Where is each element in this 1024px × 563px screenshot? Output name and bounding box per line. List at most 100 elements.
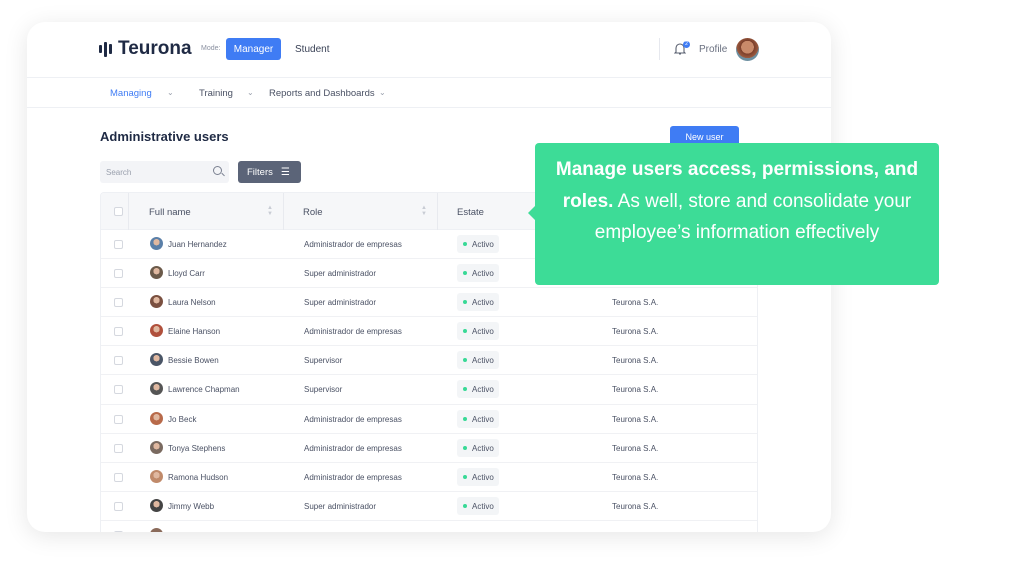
user-name[interactable]: Ramona Hudson [168,473,228,482]
table-row[interactable]: Jimmy Webb Super administrador Activo Te… [101,492,757,521]
user-avatar [150,324,163,338]
user-company: Teurona S.A. [612,356,659,366]
nav-reports[interactable]: Reports and Dashboards [269,88,375,99]
status-badge: Activo [457,380,499,399]
user-role: Supervisor [304,385,343,395]
sort-icon[interactable]: ▲ ▼ [267,205,273,217]
nav-training[interactable]: Training [199,88,233,99]
status-badge: Activo [457,438,499,457]
row-checkbox[interactable] [114,356,123,366]
logo[interactable]: Teurona [99,38,192,60]
select-all-checkbox[interactable] [114,207,123,216]
user-name[interactable]: Elaine Hanson [168,327,220,336]
table-row[interactable]: Lawrence Chapman Supervisor Activo Teuro… [101,375,757,405]
profile-link[interactable]: Profile [699,44,727,55]
column-full-name[interactable]: Full name [149,207,191,218]
row-checkbox[interactable] [114,298,123,308]
table-row[interactable]: Jo Beck Administrador de empresas Activo… [101,405,757,434]
chevron-down-icon: ⌄ [247,88,254,97]
mode-manager-button[interactable]: Manager [226,38,281,60]
column-estate[interactable]: Estate [457,207,484,218]
table-row-partial [101,521,757,532]
brand-name: Teurona [118,38,192,59]
user-name[interactable]: Bessie Bowen [168,356,219,365]
user-name[interactable]: Tonya Stephens [168,444,225,453]
callout-text: As well, store and consolidate your empl… [594,190,912,244]
sort-icon[interactable]: ▲ ▼ [421,205,427,217]
user-avatar [150,440,163,454]
user-avatar [150,411,163,425]
avatar[interactable] [736,38,759,61]
filters-button[interactable]: Filters ☰ [238,161,301,183]
table-row[interactable]: Laura Nelson Super administrador Activo … [101,288,757,318]
status-badge: Activo [457,293,499,312]
user-name[interactable]: Jo Beck [168,415,196,424]
status-badge: Activo [457,235,499,253]
search-input[interactable]: Search [100,161,229,183]
user-company: Teurona S.A. [612,414,659,424]
user-role: Administrador de empresas [304,443,402,453]
user-role: Administrador de empresas [304,240,402,249]
table-row[interactable]: Tonya Stephens Administrador de empresas… [101,434,757,463]
status-badge: Activo [457,496,499,515]
row-checkbox[interactable] [114,472,123,482]
search-placeholder: Search [106,168,132,177]
nav-managing[interactable]: Managing [110,88,152,99]
chevron-down-icon: ⌄ [379,88,386,97]
user-company: Teurona S.A. [612,501,659,511]
user-role: Supervisor [304,356,343,366]
user-company: Teurona S.A. [612,327,659,337]
mode-student-button[interactable]: Student [295,44,329,55]
user-avatar [150,237,163,250]
user-company: Teurona S.A. [612,298,659,308]
user-name[interactable]: Lawrence Chapman [168,385,240,394]
notification-badge: 2 [683,41,690,48]
user-company: Teurona S.A. [612,385,659,395]
user-role: Administrador de empresas [304,472,402,482]
user-name[interactable]: Lloyd Carr [168,269,205,278]
user-role: Super administrador [304,298,377,308]
user-name[interactable]: Laura Nelson [168,298,216,307]
user-role: Super administrador [304,269,377,279]
user-avatar [150,498,163,512]
mode-label: Mode: [201,45,221,52]
filters-label: Filters [247,166,273,178]
chevron-down-icon: ⌄ [167,88,174,97]
row-checkbox[interactable] [114,269,123,279]
column-role[interactable]: Role [303,207,323,218]
row-checkbox[interactable] [114,327,123,337]
user-avatar [150,266,163,280]
logo-icon [99,41,112,57]
search-icon [213,166,222,175]
row-checkbox[interactable] [114,385,123,395]
status-badge: Activo [457,322,499,341]
user-name[interactable]: Jimmy Webb [168,502,214,511]
top-bar: Teurona Mode: Manager Student 2 Profile [27,22,831,78]
table-row[interactable]: Ramona Hudson Administrador de empresas … [101,463,757,492]
user-company: Teurona S.A. [612,472,659,482]
table-row[interactable]: Elaine Hanson Administrador de empresas … [101,317,757,347]
status-badge: Activo [457,351,499,370]
filter-icon: ☰ [280,166,290,178]
table-row[interactable]: Bessie Bowen Supervisor Activo Teurona S… [101,346,757,376]
user-role: Administrador de empresas [304,414,402,424]
user-avatar [150,527,163,532]
row-checkbox[interactable] [114,501,123,511]
user-company: Teurona S.A. [612,443,659,453]
row-checkbox[interactable] [114,443,123,453]
row-checkbox[interactable] [114,530,123,532]
page-title: Administrative users [100,129,229,144]
status-badge: Activo [457,467,499,486]
user-avatar [150,353,163,367]
user-role: Super administrador [304,501,377,511]
row-checkbox[interactable] [114,240,123,249]
status-badge: Activo [457,409,499,428]
divider [659,38,660,60]
row-checkbox[interactable] [114,414,123,424]
main-nav: Managing ⌄ Training ⌄ Reports and Dashbo… [27,78,831,108]
status-badge: Activo [457,264,499,283]
user-role: Administrador de empresas [304,327,402,337]
user-avatar [150,382,163,396]
user-name[interactable]: Juan Hernandez [168,240,227,249]
user-avatar [150,469,163,483]
